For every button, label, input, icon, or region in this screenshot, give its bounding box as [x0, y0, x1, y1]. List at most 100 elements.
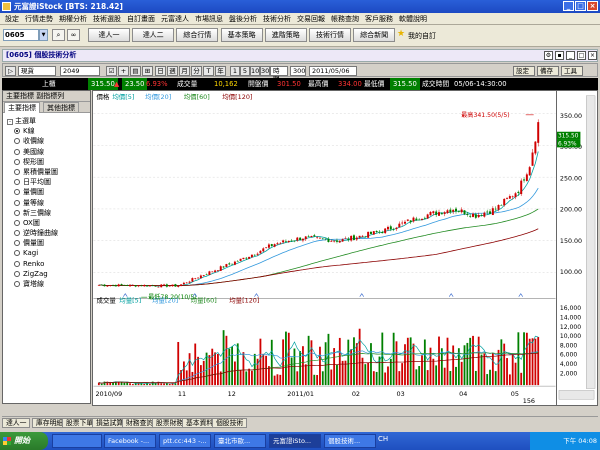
tab-other-indicators[interactable]: 其他指標 — [43, 102, 79, 113]
technical-chart[interactable]: 價格 均價[5] 均價[20] 均價[60] 均價[120]成交量 均量[5] 均量[20]… — [92, 90, 557, 406]
symbol-dropdown-button[interactable]: ▼ — [39, 29, 48, 41]
taskbar-task[interactable]: 元富證iSto... — [269, 434, 321, 448]
bottom-tab[interactable]: 個股技術 — [212, 418, 248, 428]
menu-item[interactable]: 客戶服務 — [362, 13, 396, 24]
indicator-item[interactable]: 量價圖 — [5, 187, 89, 197]
start-button[interactable]: 開始 — [0, 432, 48, 450]
toolbar-button[interactable]: 達人一 — [88, 28, 130, 42]
indicator-item[interactable]: ZigZag — [5, 269, 89, 279]
indicator-item[interactable]: 楔形圖 — [5, 157, 89, 167]
horizontal-scroll-control[interactable] — [558, 390, 595, 400]
menu-item[interactable]: 技術分析 — [260, 13, 294, 24]
indicator-item[interactable]: 美國線 — [5, 147, 89, 157]
interval-button[interactable]: 年 — [215, 66, 226, 76]
volume-bar — [330, 369, 333, 386]
vertical-scrollbar[interactable] — [586, 95, 596, 389]
menu-item[interactable]: 帳務查詢 — [328, 13, 362, 24]
taskbar-task[interactable]: ptt.cc:443 -... — [159, 434, 211, 448]
minute-button[interactable]: 1 — [230, 66, 240, 76]
taskbar-task[interactable]: Facebook -... — [104, 434, 156, 448]
grid-icon[interactable]: ⊞ — [142, 66, 153, 76]
indicator-group[interactable]: - 主選單 — [5, 116, 89, 126]
date-input[interactable]: 2011/05/06 — [309, 66, 357, 76]
toolbar-button[interactable]: 進階策略 — [264, 28, 307, 42]
minute-button[interactable]: 5 — [240, 66, 250, 76]
panel-minimize-button[interactable]: _ — [566, 51, 575, 60]
panel-maximize-button[interactable]: □ — [577, 51, 586, 60]
interval-button[interactable]: 月 — [179, 66, 190, 76]
menu-item[interactable]: 行情走勢 — [22, 13, 56, 24]
toolbar-button[interactable]: 達人二 — [132, 28, 175, 42]
indicator-item[interactable]: 收價線 — [5, 136, 89, 146]
indicator-item[interactable]: 累積價量圖 — [5, 167, 89, 177]
candle-body — [188, 281, 191, 283]
control-button[interactable]: 備存 — [537, 66, 559, 76]
indicator-item[interactable]: 新三價線 — [5, 208, 89, 218]
interval-button[interactable]: 週 — [167, 66, 178, 76]
toolbar-button[interactable]: 技術行情 — [309, 28, 351, 42]
bars-input[interactable]: 300 — [290, 66, 306, 76]
toolbar-button[interactable]: 綜合新聞 — [353, 28, 396, 42]
candle-body — [446, 210, 449, 213]
control-button[interactable]: 工具 — [561, 66, 583, 76]
panel-lock-icon[interactable]: ▪ — [555, 51, 564, 60]
panel-settings-icon[interactable]: ⚙ — [544, 51, 553, 60]
interval-button[interactable]: 日 — [155, 66, 166, 76]
add-icon[interactable]: + — [118, 66, 129, 76]
tab-main-indicators[interactable]: 主要指標 — [4, 102, 40, 113]
symbol-input[interactable]: 0605 — [3, 29, 39, 41]
menu-bar: 設定 行情走勢 期權分析 技術選股 自訂畫面 元富達人 市場訊息 盤後分析 技術分析 交易回報 帳務… — [0, 13, 600, 25]
menu-item[interactable]: 軟體說明 — [396, 13, 430, 24]
menu-item[interactable]: 設定 — [2, 13, 22, 24]
indicator-item[interactable]: Kagi — [5, 248, 89, 258]
play-icon[interactable]: ▷ — [5, 66, 16, 76]
minute-button[interactable]: 10 — [250, 66, 260, 76]
indicator-item[interactable]: OX圖 — [5, 218, 89, 228]
menu-item[interactable]: 自訂畫面 — [124, 13, 158, 24]
indicator-item[interactable]: 日平均圖 — [5, 177, 89, 187]
volume-bar — [112, 382, 114, 386]
close-button[interactable]: × — [587, 1, 598, 11]
volume-tick-label: 16,000 — [560, 305, 581, 312]
check-icon[interactable]: ☑ — [106, 66, 117, 76]
bottom-tab[interactable]: 達人一 — [2, 418, 31, 428]
tick-select[interactable]: 時間 — [270, 66, 288, 83]
menu-item[interactable]: 盤後分析 — [226, 13, 260, 24]
menu-item[interactable]: 技術選股 — [90, 13, 124, 24]
price-legend-label: 價格 — [96, 92, 109, 101]
favorites-button[interactable]: 我的自訂 — [408, 31, 436, 41]
taskbar-task[interactable]: 個股技術... — [324, 434, 376, 448]
indicator-item[interactable]: Renko — [5, 259, 89, 269]
link-icon[interactable]: ∞ — [67, 29, 80, 41]
language-indicator[interactable]: CH — [378, 435, 388, 443]
open-label: 開盤價 — [248, 80, 269, 88]
minute-button[interactable]: 30 — [260, 66, 270, 76]
interval-button[interactable]: 分 — [191, 66, 202, 76]
search-icon[interactable]: ⌕ — [52, 29, 65, 41]
star-icon[interactable]: ★ — [397, 30, 405, 39]
maximize-button[interactable]: □ — [575, 1, 586, 11]
menu-item[interactable]: 期權分析 — [56, 13, 90, 24]
menu-item[interactable]: 交易回報 — [294, 13, 328, 24]
menu-item[interactable]: 市場訊息 — [192, 13, 226, 24]
control-button[interactable]: 設定 — [513, 66, 535, 76]
volume-bar — [231, 346, 233, 386]
toolbar-button[interactable]: 基本策略 — [220, 28, 263, 42]
volume-bar — [372, 371, 375, 386]
indicator-item[interactable]: 價量圖 — [5, 238, 89, 248]
taskbar-task[interactable]: 臺北市歐... — [214, 434, 266, 448]
mode-select[interactable]: 現貨 — [18, 66, 56, 76]
interval-button[interactable]: T — [203, 66, 214, 76]
minimize-button[interactable]: _ — [563, 1, 574, 11]
collapse-icon: - — [7, 119, 13, 125]
period-select[interactable]: 2049 — [60, 66, 100, 76]
indicator-item[interactable]: 量等線 — [5, 198, 89, 208]
toolbar-button[interactable]: 綜合行情 — [176, 28, 219, 42]
menu-item[interactable]: 元富達人 — [158, 13, 192, 24]
indicator-item[interactable]: K線 — [5, 126, 89, 136]
calendar-icon[interactable]: ▤ — [130, 66, 141, 76]
indicator-item[interactable]: 逆時鐘曲線 — [5, 228, 89, 238]
indicator-item[interactable]: 寶塔線 — [5, 279, 89, 289]
panel-close-button[interactable]: × — [588, 51, 597, 60]
taskbar-quicklaunch[interactable] — [52, 434, 102, 448]
